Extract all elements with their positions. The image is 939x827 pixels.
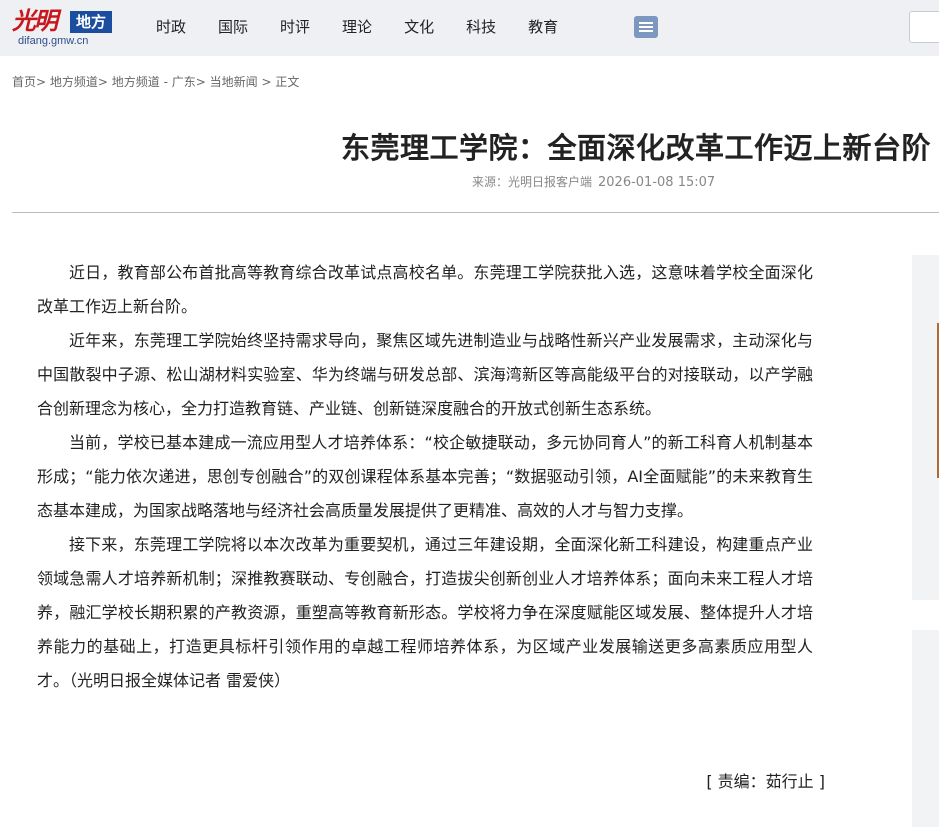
article-meta: 来源：光明日报客户端 2026-01-08 15:07 xyxy=(472,173,715,190)
article-source: 来源：光明日报客户端 xyxy=(472,175,593,189)
nav-item-culture[interactable]: 文化 xyxy=(404,16,434,40)
logo-box: 地方 xyxy=(70,11,112,33)
logo-url: difang.gmw.cn xyxy=(18,35,89,47)
nav-item-technology[interactable]: 科技 xyxy=(466,16,496,40)
article-time: 2026-01-08 15:07 xyxy=(598,175,716,190)
breadcrumb-home[interactable]: 首页 xyxy=(12,75,36,89)
breadcrumb-current: 正文 xyxy=(275,75,300,89)
nav-item-commentary[interactable]: 时评 xyxy=(280,16,310,40)
article-paragraph: 近年来，东莞理工学院始终坚持需求导向，聚焦区域先进制造业与战略性新兴产业发展需求… xyxy=(37,331,813,418)
logo-script: 光明 xyxy=(12,6,58,35)
article-paragraph: 近日，教育部公布首批高等教育综合改革试点高校名单。东莞理工学院获批入选，这意味着… xyxy=(37,263,813,316)
article-paragraph: 当前，学校已基本建成一流应用型人才培养体系：“校企敏捷联动，多元协同育人”的新工… xyxy=(37,433,813,520)
top-navigation-bar: 光明 地方 difang.gmw.cn 时政 国际 时评 理论 文化 科技 教育 xyxy=(0,0,939,56)
sidebar-panel-secondary xyxy=(912,630,939,827)
search-input[interactable] xyxy=(909,11,939,43)
breadcrumb-guangdong[interactable]: 地方频道 - 广东 xyxy=(112,75,196,89)
sidebar-panel xyxy=(912,255,939,600)
article-paragraph: 接下来，东莞理工学院将以本次改革为重要契机，通过三年建设期，全面深化新工科建设，… xyxy=(37,535,813,690)
list-menu-icon[interactable] xyxy=(634,16,658,38)
main-nav: 时政 国际 时评 理论 文化 科技 教育 xyxy=(140,16,574,40)
nav-item-politics[interactable]: 时政 xyxy=(156,16,186,40)
site-logo[interactable]: 光明 地方 difang.gmw.cn xyxy=(12,6,112,50)
nav-item-international[interactable]: 国际 xyxy=(218,16,248,40)
article-title: 东莞理工学院：全面深化改革工作迈上新台阶 xyxy=(340,131,931,166)
article-editor: [ 责编：茹行止 ] xyxy=(706,772,825,791)
breadcrumb-local-channel[interactable]: 地方频道 xyxy=(50,75,98,89)
nav-item-theory[interactable]: 理论 xyxy=(342,16,372,40)
breadcrumb-local-news[interactable]: 当地新闻 xyxy=(210,75,258,89)
breadcrumb: 首页> 地方频道> 地方频道 - 广东> 当地新闻 > 正文 xyxy=(12,75,300,89)
article-body: 近日，教育部公布首批高等教育综合改革试点高校名单。东莞理工学院获批入选，这意味着… xyxy=(37,256,813,698)
nav-item-education[interactable]: 教育 xyxy=(528,16,558,40)
title-divider xyxy=(12,212,939,213)
